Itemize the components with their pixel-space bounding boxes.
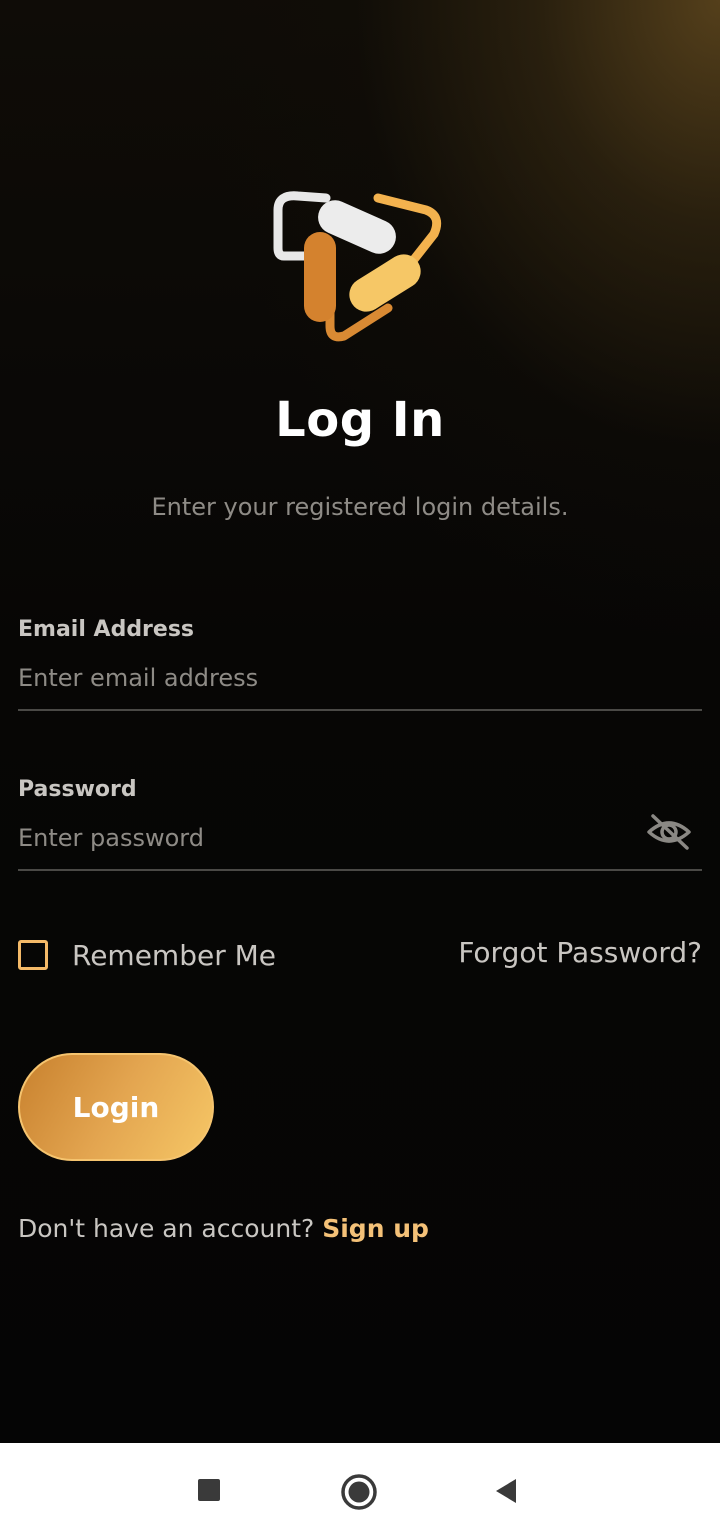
page-title: Log In [275,392,445,448]
remember-me-checkbox[interactable] [18,940,48,970]
recents-square-icon[interactable] [196,1477,224,1505]
app-logo-icon [273,191,442,342]
signup-prompt: Don't have an account? [18,1214,315,1243]
password-underline [18,869,702,871]
email-underline [18,709,702,711]
remember-me-label[interactable]: Remember Me [72,939,276,972]
email-input[interactable] [18,658,638,698]
page-subtitle: Enter your registered login details. [151,493,569,521]
password-input[interactable] [18,818,638,858]
back-triangle-icon[interactable] [492,1477,520,1505]
password-label: Password [18,777,137,802]
home-circle-icon[interactable] [340,1473,378,1511]
forgot-password-link[interactable]: Forgot Password? [458,936,702,969]
signup-row: Don't have an account? Sign up [18,1214,429,1243]
signup-link[interactable]: Sign up [322,1214,429,1243]
login-screen: Log In Enter your registered login detai… [0,0,720,1443]
email-label: Email Address [18,617,195,642]
eye-off-icon[interactable] [645,812,693,852]
system-nav-bar [0,1443,720,1539]
login-button[interactable]: Login [18,1053,214,1161]
